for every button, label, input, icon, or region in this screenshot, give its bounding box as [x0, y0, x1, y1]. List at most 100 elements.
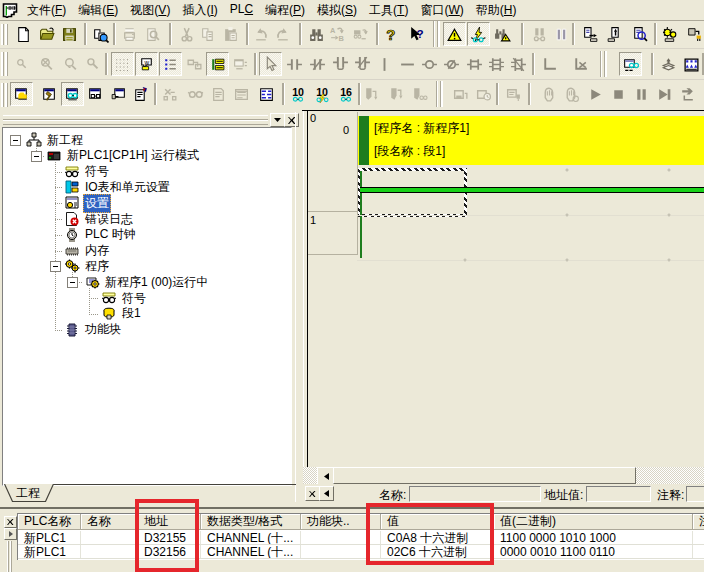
show-monitor-window-button[interactable] [229, 52, 252, 76]
new-coil-button[interactable] [418, 52, 441, 76]
new-horizontal-line-button[interactable] [396, 52, 419, 76]
editbar-collapse-button[interactable] [319, 486, 334, 501]
find-error-binoculars-warning-button[interactable] [491, 22, 514, 46]
program-comment-block[interactable]: [程序名 : 新程序1] [段名称 : 段1] [358, 116, 704, 165]
swap-tool-scissors-button[interactable] [159, 82, 182, 106]
rung-1-margin-cell[interactable]: 1 [308, 212, 358, 255]
menu-I[interactable]: 插入(I) [177, 0, 222, 21]
pause-monitoring-glasses-button[interactable] [528, 22, 551, 46]
simulation-step-next-button[interactable] [653, 82, 676, 106]
compare-with-plc-button[interactable] [628, 22, 651, 46]
watch-cell[interactable]: 新PLC1 [18, 531, 81, 545]
show-section-comments-button[interactable] [206, 52, 229, 76]
show-properties-window-button[interactable] [129, 82, 152, 106]
zoom-in-magnifier-button[interactable] [59, 52, 82, 76]
copy-button[interactable] [197, 22, 220, 46]
tree-expander-minus[interactable] [50, 261, 61, 272]
ladder-editor-window[interactable]: 0 0 1 [程序名 : 新程序1] [段名称 : 段1] [302, 110, 704, 484]
show-cross-reference-window-button[interactable] [84, 82, 107, 106]
simulation-stop-button[interactable] [607, 82, 630, 106]
tree-item-IO表和单元设置[interactable]: IO表和单元设置 [63, 179, 172, 195]
show-grid-dots-button[interactable] [111, 52, 134, 76]
print-button[interactable] [118, 22, 141, 46]
menu-W[interactable]: 窗口(W) [415, 0, 468, 21]
new-instruction-block-button[interactable] [485, 52, 508, 76]
show-project-workspace-window-button[interactable] [10, 82, 33, 106]
open-folder-button[interactable] [36, 22, 59, 46]
new-closed-contact-button[interactable] [306, 52, 329, 76]
menu-T[interactable]: 工具(T) [364, 0, 413, 21]
address-value-field[interactable] [586, 486, 651, 502]
watch-cell[interactable]: 1100 0000 1010 1000 [494, 531, 693, 545]
selection-cursor-arrow-button[interactable] [259, 52, 282, 76]
plc-clock-transfer-button[interactable] [472, 82, 495, 106]
show-output-window-hammer-button[interactable] [37, 82, 60, 106]
tree-close-button[interactable] [284, 113, 299, 127]
force-decimal-10-button[interactable]: 10 [311, 82, 334, 106]
watch-close-button[interactable] [4, 516, 17, 528]
show-watch-window-glasses-button[interactable] [61, 82, 84, 106]
tree-item-功能块[interactable]: 功能块 [63, 322, 123, 338]
toolbar-grip[interactable] [1, 52, 8, 76]
plc-memory-card-button[interactable] [449, 82, 472, 106]
new-document-button[interactable] [12, 22, 35, 46]
monitor-decimal-10-button[interactable]: 10 [287, 82, 310, 106]
tree-expander-minus[interactable] [31, 151, 42, 162]
tree-expander-minus[interactable] [10, 135, 21, 146]
new-vertical-line-button[interactable] [373, 52, 396, 76]
scrollbar-thumb[interactable] [333, 467, 636, 484]
new-function-block-invoke-button[interactable] [507, 52, 530, 76]
monitor-hex-16-button[interactable]: 16 [335, 82, 358, 106]
menu-F[interactable]: 文件(F) [22, 0, 71, 21]
differential-monitor-layers-button[interactable] [657, 52, 680, 76]
toolbar-grip[interactable] [1, 83, 8, 107]
watch-expand-button[interactable] [4, 528, 17, 540]
save-floppy-button[interactable] [58, 22, 81, 46]
tree-item-新PLC1[CP1H] 运行模式[interactable]: 新PLC1[CP1H] 运行模式 [45, 148, 201, 164]
find-replace-button[interactable]: AB [326, 22, 349, 46]
show-comments-bubble-button[interactable]: w [135, 52, 158, 76]
watch-cell[interactable] [693, 545, 704, 559]
ladder-hscrollbar[interactable] [303, 467, 704, 484]
time-chart-monitor-button[interactable] [680, 52, 703, 76]
watch-cell[interactable]: CHANNEL (十... [201, 531, 301, 545]
watch-cell[interactable] [81, 531, 138, 545]
zoom-out-magnifier-button[interactable] [81, 52, 104, 76]
watch-column-header-PLC名称[interactable]: PLC名称 [18, 514, 81, 530]
upload-from-plc-button[interactable] [603, 22, 626, 46]
monitor-glasses-button[interactable] [184, 82, 207, 106]
pause-hand-2-button[interactable] [560, 82, 583, 106]
menu-P[interactable]: 编程(P) [260, 0, 310, 21]
transfer-program-1-button[interactable] [360, 82, 383, 106]
menu-C[interactable]: PLC [225, 0, 258, 21]
simulation-step-in-button[interactable] [676, 82, 699, 106]
new-contact-button[interactable] [283, 52, 306, 76]
new-plc-instruction-button[interactable] [463, 52, 486, 76]
watch-cell[interactable] [693, 531, 704, 545]
name-field[interactable] [409, 486, 541, 502]
watch-cell[interactable]: 新PLC1 [18, 545, 81, 559]
transfer-program-2-button[interactable] [384, 82, 407, 106]
find-binoculars-button[interactable] [305, 22, 328, 46]
new-closed-coil-button[interactable] [440, 52, 463, 76]
watch-column-header-注[interactable]: 注 [693, 514, 704, 530]
show-local-window-button[interactable] [107, 82, 130, 106]
watch-table[interactable]: PLC名称名称地址数据类型/格式功能块..值值(二进制)注新PLC1D32155… [17, 513, 704, 560]
change-monitor-button[interactable] [350, 22, 373, 46]
watch-cell[interactable] [81, 545, 138, 559]
paste-clipboard-button[interactable] [220, 22, 243, 46]
compile-program-check-button[interactable] [89, 22, 112, 46]
new-contact-or-button[interactable] [329, 52, 352, 76]
delete-line-button[interactable] [569, 52, 592, 76]
undo-arrow-button[interactable] [250, 22, 273, 46]
tab-project[interactable]: 工程 [4, 484, 54, 502]
toolbar-grip[interactable] [1, 24, 8, 45]
tree-expander-minus[interactable] [67, 277, 78, 288]
comment-field[interactable] [686, 486, 704, 502]
watch-cell[interactable]: 0000 0010 1100 0110 [494, 545, 693, 559]
watch-sheet-button[interactable] [207, 82, 230, 106]
transfer-monitor-3-button[interactable] [408, 82, 431, 106]
pause-bars-button[interactable] [550, 22, 573, 46]
redo-arrow-button[interactable] [272, 22, 295, 46]
editbar-close-button[interactable] [305, 486, 320, 501]
